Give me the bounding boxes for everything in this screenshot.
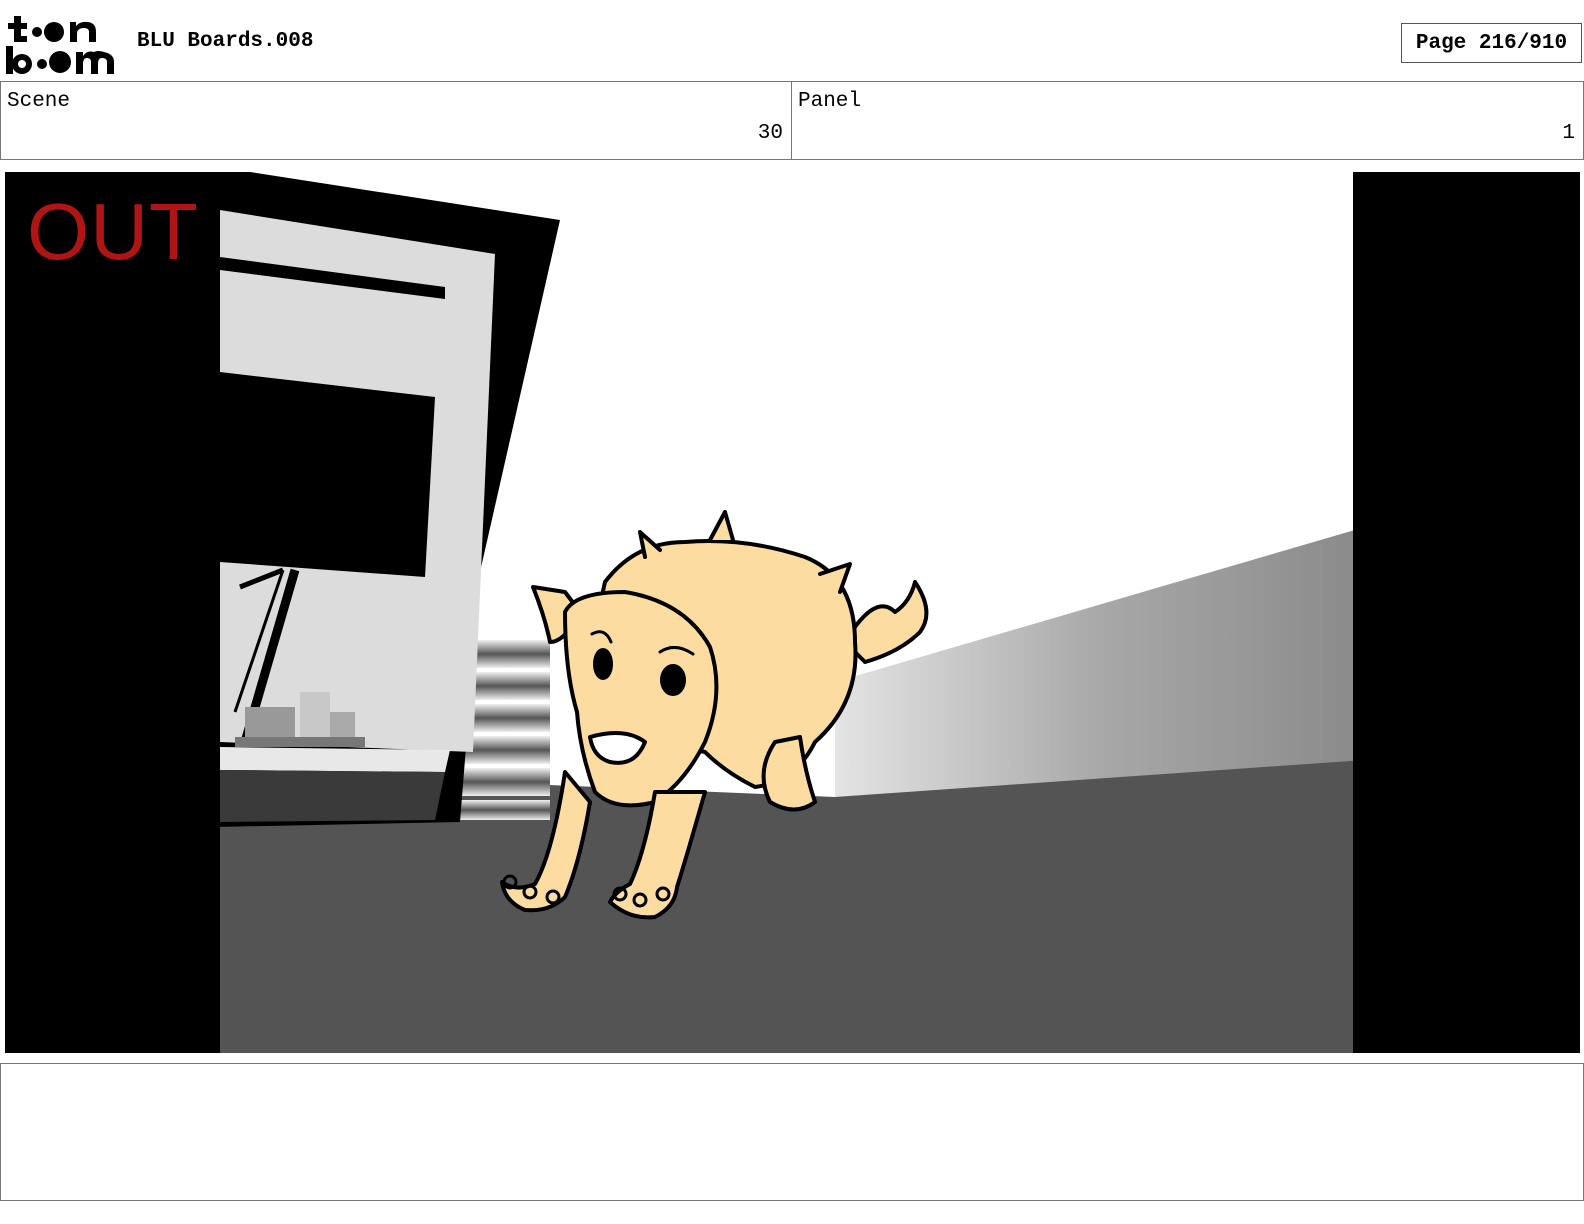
panel-cell: Panel 1	[792, 82, 1584, 160]
right-pillar	[1353, 172, 1580, 1053]
left-pillar	[5, 172, 220, 1053]
scene-label: Scene	[7, 90, 71, 113]
panel-label: Panel	[798, 90, 862, 113]
toon-boom-logo	[4, 14, 116, 76]
scene-number: 30	[757, 122, 783, 145]
scene-panel-info-row: Scene 30 Panel 1	[0, 81, 1584, 160]
document-title: BLU Boards.008	[137, 30, 314, 53]
panel-number: 1	[1562, 122, 1575, 145]
out-label: OUT	[27, 187, 199, 276]
notes-box	[0, 1063, 1584, 1201]
panel-drawing	[5, 172, 1580, 1053]
scene-cell: Scene 30	[0, 82, 792, 160]
page-indicator: Page 216/910	[1401, 23, 1582, 63]
storyboard-panel-image: OUT	[5, 172, 1580, 1053]
machine-screen	[220, 372, 435, 577]
